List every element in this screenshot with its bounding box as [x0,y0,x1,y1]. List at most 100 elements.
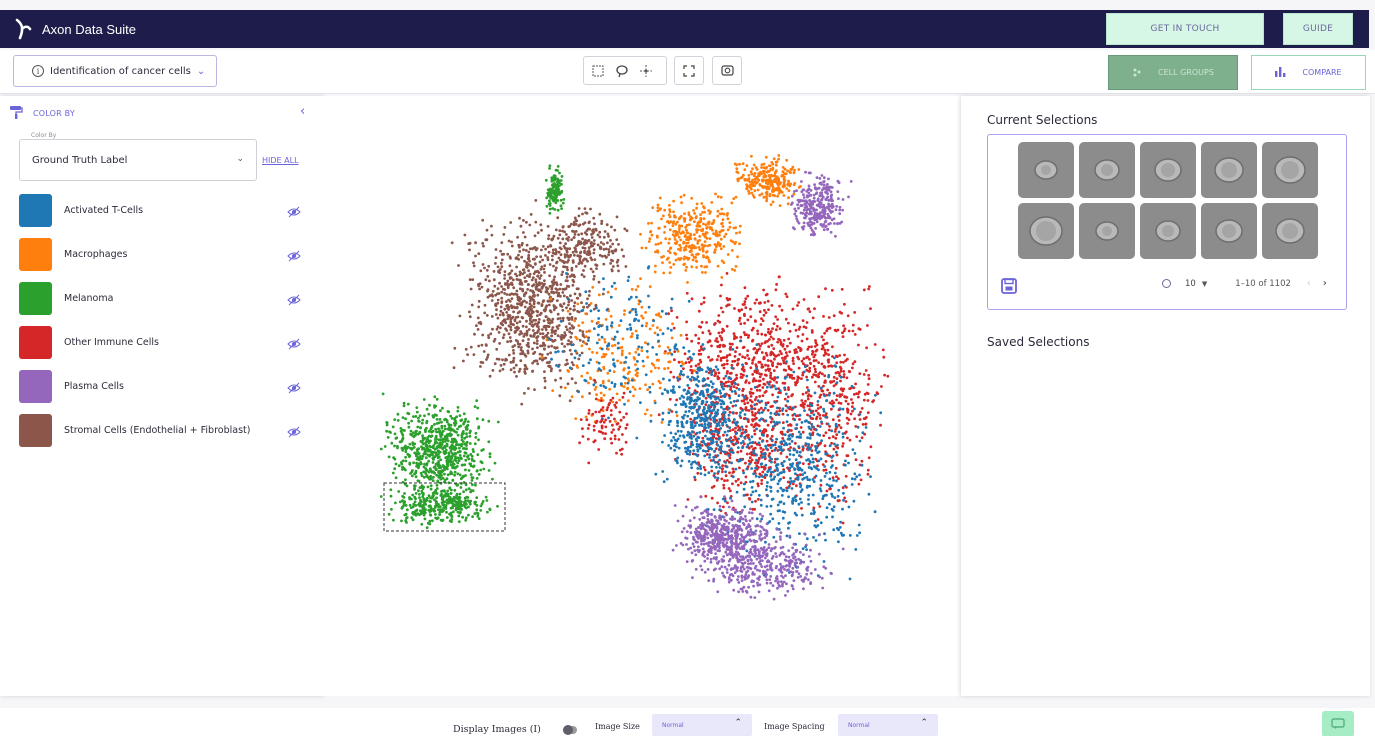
cell-point [707,384,710,387]
cell-point [767,327,770,331]
cell-point [827,199,831,202]
cell-point [728,426,732,429]
cell-point [570,377,574,381]
cell-point [568,348,572,352]
cell-point [488,374,492,378]
cell-point [444,448,448,452]
cell-point [592,277,596,281]
cell-point [699,472,703,475]
cell-point [512,359,515,363]
cell-point [772,347,776,350]
cell-point [687,245,691,249]
cell-point [734,426,737,430]
cell-point [493,461,497,465]
guide-button[interactable]: GUIDE [1283,13,1353,45]
cell-point [824,460,828,463]
cell-point [570,222,573,226]
cell-point [809,171,812,175]
umap-plot[interactable] [323,96,961,696]
cell-point [521,272,525,276]
cell-point [685,333,688,337]
cell-point [672,210,675,214]
visibility-eye-icon[interactable] [287,291,301,306]
cell-point [484,278,488,282]
category-color-swatch[interactable] [19,237,52,271]
screenshot-icon[interactable] [715,59,739,83]
visibility-eye-icon[interactable] [287,379,301,394]
visibility-eye-icon[interactable] [287,335,301,350]
cell-groups-button[interactable]: CELL GROUPS [1108,55,1238,90]
cell-point [823,331,826,335]
cell-point [551,251,555,255]
visibility-eye-icon[interactable] [287,203,301,218]
cell-point [498,281,501,285]
rectangle-select-icon[interactable] [586,59,610,83]
cell-point [759,344,762,348]
cell-point [441,489,444,493]
cell-point [760,166,763,169]
category-row[interactable]: Macrophages [19,237,309,271]
cell-point [600,222,603,225]
cell-point [496,287,500,291]
get-in-touch-button[interactable]: GET IN TOUCH [1106,13,1264,45]
cell-point [846,409,849,413]
cell-point [708,332,712,335]
cell-point [494,293,497,297]
cell-point [535,324,539,328]
cell-point [743,321,746,325]
collapse-panel-icon[interactable]: ‹ [300,104,305,119]
compare-button[interactable]: COMPARE [1251,55,1366,90]
cell-point [476,514,480,518]
fit-view-icon[interactable] [677,59,701,83]
axon-logo-icon[interactable] [10,16,36,42]
cell-point [455,500,458,504]
cell-point [599,241,603,244]
cell-point [390,507,393,511]
dataset-select[interactable]: i Identification of cancer cells ⌄ [13,55,217,87]
cell-point [587,246,591,250]
visibility-eye-icon[interactable] [287,423,301,438]
category-row[interactable]: Melanoma [19,281,309,315]
cell-point [839,379,842,383]
cell-point [563,331,567,334]
cell-point [578,329,582,332]
scatter-plot-canvas[interactable] [323,96,961,696]
cell-point [826,183,829,186]
cell-point [841,389,845,393]
color-by-select[interactable]: Ground Truth Label ⌄ [19,139,257,181]
cell-point [656,235,659,239]
cell-point [532,341,536,345]
cell-point [464,483,468,487]
cell-point [862,373,866,376]
cell-point [496,265,500,269]
category-row[interactable]: Other Immune Cells [19,325,309,359]
category-color-swatch[interactable] [19,413,52,447]
cell-point [861,423,865,426]
category-row[interactable]: Activated T-Cells [19,193,309,227]
cell-point [673,238,677,241]
cell-point [650,233,654,237]
cell-point [689,445,693,448]
cell-point [839,360,843,364]
category-row[interactable]: Plasma Cells [19,369,309,403]
category-color-swatch[interactable] [19,369,52,403]
cell-point [744,475,748,479]
cell-point [684,450,688,453]
cell-point [541,300,545,303]
category-color-swatch[interactable] [19,281,52,315]
cell-point [685,241,688,245]
pan-icon[interactable] [634,59,658,83]
cell-point [436,456,440,460]
cell-point [556,177,559,181]
category-row[interactable]: Stromal Cells (Endothelial + Fibroblast) [19,413,309,447]
visibility-eye-icon[interactable] [287,247,301,262]
hide-all-link[interactable]: HIDE ALL [262,156,299,165]
lasso-select-icon[interactable] [610,59,634,83]
category-color-swatch[interactable] [19,193,52,227]
category-color-swatch[interactable] [19,325,52,359]
cell-point [858,372,862,375]
cell-point [751,181,755,185]
cell-point [736,450,740,454]
cell-point [763,373,767,377]
cell-point [458,446,461,450]
